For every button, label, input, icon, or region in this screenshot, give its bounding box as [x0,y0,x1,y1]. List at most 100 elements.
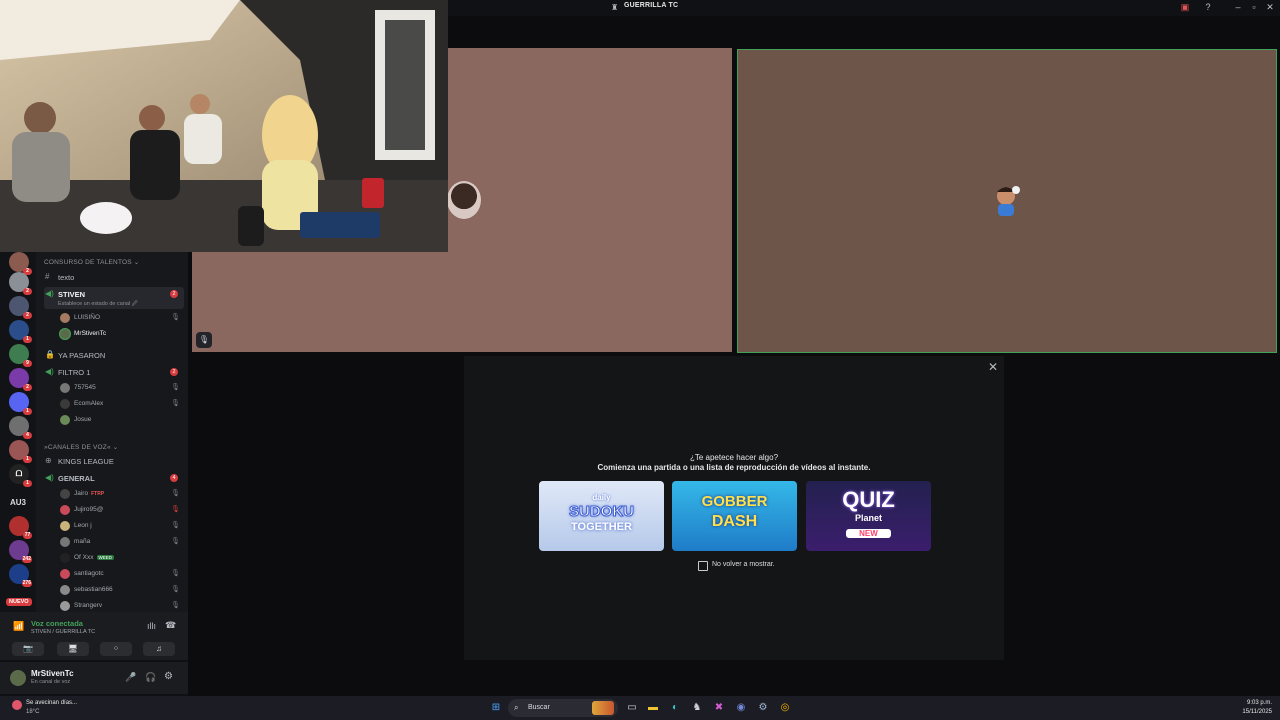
lock-icon: 🔒 [45,350,55,359]
activities-button[interactable]: ⁘ [100,642,132,656]
server-icon[interactable]: 2 [9,272,32,295]
participant-avatar-2 [997,186,1020,216]
mention-badge: 4 [23,432,32,439]
voice-user[interactable]: Strangerv 🎙 [60,599,184,613]
dont-show-again-label[interactable]: No volver a mostrar. [712,561,775,568]
weather-temp: 18°C [26,709,40,715]
soundboard-icon: ♫ [156,644,162,653]
channel-status[interactable]: Establece un estado de canal 🖉 [58,300,138,309]
deafened-icon: 🎙 [171,506,180,513]
voice-location[interactable]: STIVEN / GUERRILLA TC [31,629,95,635]
voice-user[interactable]: Of Xxx WEED [60,551,184,565]
app-icon[interactable]: ♞ [689,700,705,716]
activity-card-sudoku[interactable]: daily SUDOKU TOGETHER [539,481,664,551]
close-icon[interactable]: ✕ [988,360,998,374]
user-count-badge: 4 [170,474,178,482]
server-icon: ♜ [611,3,619,12]
start-icon[interactable]: ⊞ [488,700,504,716]
participant-avatar [447,181,481,219]
file-explorer-icon[interactable]: ▬ [645,700,661,716]
discord-icon[interactable]: ◉ [733,700,749,716]
channel-general[interactable]: ◀) GENERAL 4 [44,471,184,485]
muted-icon: 🎙 [171,586,180,593]
server-icon[interactable]: 2 [9,368,32,391]
voice-user[interactable]: MrStivenTc [60,327,184,341]
activity-card-quiz-planet[interactable]: QUIZ Planet NEW [806,481,931,551]
user-count-badge: 2 [170,368,178,376]
muted-icon: 🎙 [171,522,180,529]
minimize-icon[interactable]: – [1232,2,1244,12]
edge-icon[interactable]: ◐ [667,700,683,716]
mic-icon[interactable]: 🎤 [125,672,136,683]
server-icon[interactable]: 2 [9,296,32,319]
close-window-icon[interactable]: ✕ [1264,2,1276,13]
voice-user[interactable]: sebastian666 🎙 [60,583,184,597]
server-icon[interactable]: 1 [9,392,32,415]
capcut-icon[interactable]: ✖ [711,700,727,716]
username[interactable]: MrStivenTc [31,669,74,678]
category-header[interactable]: CONSURSO DE TALENTOS ⌄ [44,258,139,266]
server-icon[interactable]: 276 [9,564,32,587]
server-icon[interactable]: 77 [9,516,32,539]
voice-user[interactable]: Jujiro95@ 🎙 [60,503,184,517]
muted-icon: 🎙 [171,602,180,609]
dont-show-again-checkbox[interactable] [698,561,708,571]
server-label-au3[interactable]: AU3 [10,498,26,507]
mention-badge: 1 [23,480,32,487]
voice-user[interactable]: Josue [60,413,184,427]
screen-share-button[interactable]: 🖥 [57,642,89,656]
activities-icon: ⁘ [112,644,120,653]
server-icon[interactable]: 1 [9,320,32,343]
new-badge: NUEVO [6,598,32,606]
weather-icon[interactable] [12,700,22,710]
server-icon[interactable]: 1 [9,440,32,463]
voice-user[interactable]: LUISIÑO 🎙 [60,311,184,325]
settings-gear-icon[interactable]: ⚙ [164,671,173,682]
clock-date[interactable]: 15/11/2025 [1228,709,1272,715]
server-icon[interactable]: 9 [9,344,32,367]
inbox-icon[interactable]: ▣ [1179,2,1191,13]
weather-title[interactable]: Se avecinan días... [26,700,77,706]
server-icon[interactable]: 4 [9,416,32,439]
chrome-icon[interactable]: ◎ [777,700,793,716]
category-header[interactable]: »CANALES DE VOZ« ⌄ [44,443,118,451]
voice-user[interactable]: santiagotc 🎙 [60,567,184,581]
channel-texto[interactable]: # texto [44,270,184,284]
server-icon[interactable]: ᗝ1 [9,464,32,487]
server-icon[interactable]: 242 [9,540,32,563]
activity-title: ¿Te apetece hacer algo? [689,453,779,462]
muted-icon: 🎙 [171,570,180,577]
webcam-overlay [0,0,448,252]
channel-kings-league[interactable]: ⊕ KINGS LEAGUE [44,454,184,468]
screen-icon: 🖥 [67,644,79,653]
voice-user[interactable]: EcomAlex 🎙 [60,397,184,411]
disconnect-icon[interactable]: ☎ [165,620,176,631]
soundboard-button[interactable]: ♫ [143,642,175,656]
muted-mic-icon: 🎙 [196,332,212,348]
task-view-icon[interactable]: ▭ [624,700,640,716]
voice-user[interactable]: Leon j 🎙 [60,519,184,533]
voice-user[interactable]: Jairo FTRP 🎙 [60,487,184,501]
avatar [60,505,70,515]
camera-button[interactable]: 📷 [12,642,44,656]
avatar [60,521,70,531]
user-count-badge: 2 [170,290,178,298]
noise-suppression-icon[interactable]: ıllı [147,621,156,631]
voice-user[interactable]: maña 🎙 [60,535,184,549]
activity-card-gobber-dash[interactable]: GOBBER DASH [672,481,797,551]
mention-badge: 2 [23,288,32,295]
steam-icon[interactable]: ⚙ [755,700,771,716]
server-icon[interactable]: 2 [9,252,32,275]
user-avatar[interactable] [10,670,26,686]
channel-stiven[interactable]: ◀) STIVEN 2 Establece un estado de canal… [44,287,184,309]
headphones-icon[interactable]: 🎧 [145,672,156,683]
channel-filtro[interactable]: ◀) FILTRO 12 [44,365,184,379]
help-icon[interactable]: ? [1202,2,1214,12]
avatar [60,489,70,499]
voice-user[interactable]: 757545 🎙 [60,381,184,395]
activity-subtitle: Comienza una partida o una lista de repr… [597,463,871,472]
maximize-icon[interactable]: ▫ [1248,2,1260,12]
clock-time[interactable]: 9:03 p.m. [1236,700,1272,706]
window-title: GUERRILLA TC [624,2,679,9]
channel-ya-pasaron[interactable]: 🔒 YA PASARON [44,348,184,362]
